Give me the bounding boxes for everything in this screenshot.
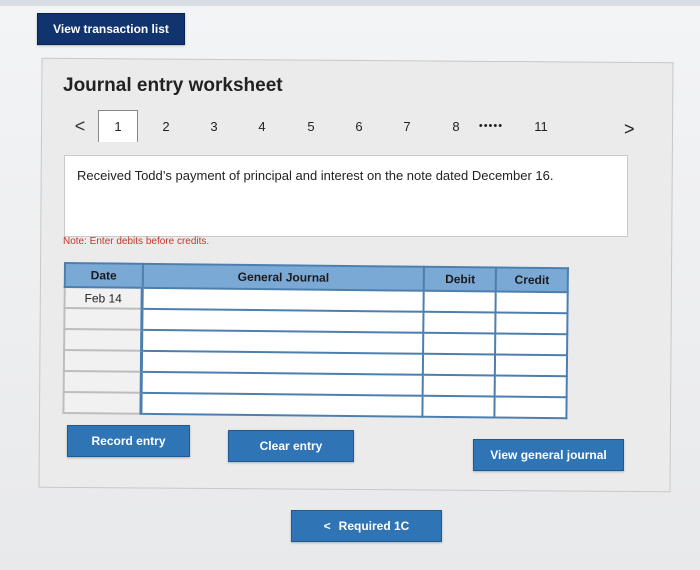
date-cell: [63, 350, 142, 372]
required-label: Required 1C: [338, 519, 410, 533]
account-input[interactable]: [141, 350, 424, 375]
credit-input[interactable]: [495, 333, 568, 356]
page: View transaction list Journal entry work…: [0, 0, 700, 570]
date-cell: [64, 329, 143, 351]
debit-input[interactable]: [423, 374, 496, 397]
account-input[interactable]: [141, 392, 424, 417]
tab-1[interactable]: 1: [98, 110, 138, 142]
tab-5[interactable]: 5: [291, 110, 331, 142]
date-cell: [63, 371, 142, 393]
debit-input[interactable]: [423, 353, 496, 376]
tab-7[interactable]: 7: [387, 110, 427, 142]
account-input[interactable]: [142, 287, 425, 312]
tab-6[interactable]: 6: [339, 110, 379, 142]
account-input[interactable]: [142, 308, 424, 333]
credit-input[interactable]: [494, 396, 567, 419]
column-date: Date: [64, 263, 143, 288]
transaction-description: Received Todd’s payment of principal and…: [64, 155, 628, 237]
debit-input[interactable]: [423, 290, 496, 313]
credit-input[interactable]: [494, 375, 567, 398]
top-strip: [0, 0, 700, 6]
debit-input[interactable]: [423, 311, 496, 334]
entry-tabs: < 1 2 3 4 5 6 7 8 ••••• 11: [64, 110, 644, 142]
chevron-right-icon[interactable]: >: [624, 119, 635, 140]
account-input[interactable]: [141, 329, 424, 354]
debits-note: Note: Enter debits before credits.: [63, 236, 210, 247]
worksheet-title: Journal entry worksheet: [63, 75, 283, 96]
tab-3[interactable]: 3: [194, 110, 234, 142]
description-text: Received Todd’s payment of principal and…: [77, 168, 554, 183]
chevron-left-icon[interactable]: <: [60, 110, 100, 142]
credit-input[interactable]: [495, 354, 568, 377]
debit-input[interactable]: [423, 332, 496, 355]
tab-4[interactable]: 4: [242, 110, 282, 142]
table-row: [63, 392, 567, 419]
column-debit: Debit: [424, 266, 497, 292]
account-input[interactable]: [141, 371, 424, 396]
column-credit: Credit: [495, 267, 568, 293]
record-entry-button[interactable]: Record entry: [67, 425, 190, 457]
tab-2[interactable]: 2: [146, 110, 186, 142]
date-cell: [64, 308, 143, 330]
view-transaction-list-button[interactable]: View transaction list: [37, 13, 185, 45]
journal-table: Date General Journal Debit Credit Feb 14: [62, 262, 569, 420]
clear-entry-button[interactable]: Clear entry: [228, 430, 354, 462]
tab-ellipsis: •••••: [478, 120, 504, 132]
credit-input[interactable]: [495, 291, 568, 314]
view-general-journal-button[interactable]: View general journal: [473, 439, 624, 471]
date-cell: Feb 14: [64, 287, 143, 309]
debit-input[interactable]: [422, 395, 495, 418]
column-general-journal: General Journal: [142, 263, 425, 291]
required-back-button[interactable]: < Required 1C: [291, 510, 442, 542]
credit-input[interactable]: [495, 312, 568, 335]
date-cell: [63, 392, 142, 414]
tab-11[interactable]: 11: [521, 110, 561, 142]
chevron-left-icon: <: [323, 519, 331, 533]
